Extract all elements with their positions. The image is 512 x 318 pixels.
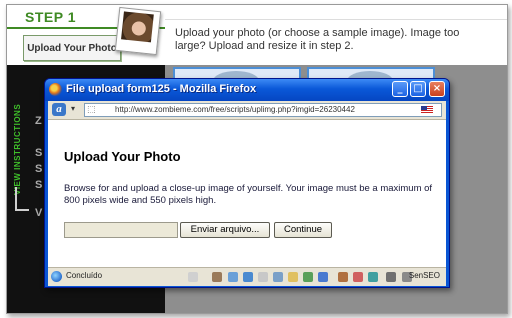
url-text[interactable]: http://www.zombieme.com/free/scripts/upl… — [115, 105, 355, 114]
divider — [165, 19, 507, 20]
browse-button[interactable]: Enviar arquivo... — [180, 222, 270, 238]
instructions-text: Upload your photo (or choose a sample im… — [175, 27, 460, 52]
side-letter: Z — [35, 115, 42, 127]
side-letter: V — [35, 207, 43, 219]
page-icon: ⬚ — [87, 105, 96, 115]
globe-icon — [51, 271, 62, 282]
sample-face-thumbnail — [121, 11, 154, 43]
addon-icon[interactable]: a — [52, 103, 66, 116]
settings-icon[interactable] — [273, 272, 283, 282]
dropdown-arrow-icon[interactable]: ▾ — [71, 104, 75, 113]
tag-icon[interactable] — [288, 272, 298, 282]
page-title: Upload Your Photo — [64, 149, 181, 164]
minimize-button[interactable]: _ — [392, 81, 408, 97]
side-letter: S — [35, 147, 43, 159]
window-title: File upload form125 - Mozilla Firefox — [66, 83, 257, 95]
status-text: Concluído — [66, 271, 103, 280]
flag-canton — [421, 106, 427, 110]
status-bar: Concluído SenSEO — [48, 267, 446, 286]
window-titlebar[interactable]: File upload form125 - Mozilla Firefox _ … — [45, 79, 449, 101]
browser-content: a ▾ ⬚ http://www.zombieme.com/free/scrip… — [48, 101, 446, 286]
browser-toolbar: a ▾ ⬚ http://www.zombieme.com/free/scrip… — [48, 101, 446, 120]
view-instructions-link[interactable]: VIEW INSTRUCTIONS — [13, 104, 22, 195]
page-icon[interactable] — [188, 272, 198, 282]
edit-icon[interactable] — [212, 272, 222, 282]
tools-icon[interactable] — [338, 272, 348, 282]
close-button[interactable]: × — [429, 81, 445, 97]
url-bar[interactable]: ⬚ http://www.zombieme.com/free/scripts/u… — [84, 103, 442, 117]
maximize-button[interactable]: □ — [410, 81, 426, 97]
senseo-addon-label[interactable]: SenSEO — [409, 271, 440, 280]
chart-icon[interactable] — [318, 272, 328, 282]
polaroid-photo — [114, 6, 162, 56]
side-letter: S — [35, 163, 43, 175]
close-tab-icon[interactable] — [353, 272, 363, 282]
side-letter: S — [35, 179, 43, 191]
wrench-icon[interactable] — [386, 272, 396, 282]
page-description: Browse for and upload a close-up image o… — [64, 183, 433, 206]
step-header: STEP 1 Upload Your Photo — [7, 5, 165, 65]
continue-button[interactable]: Continue — [274, 222, 332, 238]
save-icon[interactable] — [243, 272, 253, 282]
doc-icon[interactable] — [258, 272, 268, 282]
step-label: STEP 1 — [25, 9, 76, 25]
image-icon[interactable] — [228, 272, 238, 282]
firefox-window: File upload form125 - Mozilla Firefox _ … — [44, 78, 450, 288]
key-icon[interactable] — [368, 272, 378, 282]
file-path-input[interactable] — [64, 222, 178, 238]
bracket-decoration — [15, 187, 29, 211]
check-icon[interactable] — [303, 272, 313, 282]
firefox-logo-icon — [49, 83, 62, 96]
upload-your-photo-button[interactable]: Upload Your Photo — [23, 35, 121, 61]
